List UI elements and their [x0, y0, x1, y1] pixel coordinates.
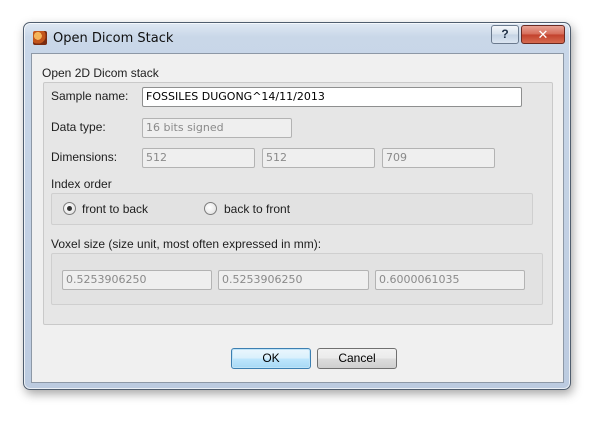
group-title: Open 2D Dicom stack [42, 66, 159, 80]
help-button[interactable]: ? [491, 25, 519, 44]
dialog-window: Open Dicom Stack ? ✕ Open 2D Dicom stack… [23, 22, 571, 390]
data-type-label: Data type: [51, 120, 106, 134]
back-to-front-label[interactable]: back to front [224, 202, 290, 216]
dimension-x-field: 512 [142, 148, 255, 168]
voxel-x-field: 0.5253906250 [62, 270, 212, 290]
index-order-group: front to back back to front [51, 193, 533, 225]
index-order-label: Index order [51, 177, 112, 191]
sample-name-label: Sample name: [51, 89, 129, 103]
voxel-size-label: Voxel size (size unit, most often expres… [51, 237, 322, 251]
dimensions-label: Dimensions: [51, 150, 118, 164]
window-title: Open Dicom Stack [53, 31, 174, 46]
data-type-field: 16 bits signed [142, 118, 292, 138]
voxel-y-field: 0.5253906250 [218, 270, 369, 290]
dimension-z-field: 709 [382, 148, 495, 168]
dialog-content: Open 2D Dicom stack Sample name: FOSSILE… [31, 53, 564, 383]
sample-name-input[interactable]: FOSSILES DUGONG^14/11/2013 [142, 87, 522, 107]
front-to-back-radio[interactable] [63, 202, 76, 215]
app-icon [33, 31, 47, 45]
front-to-back-label[interactable]: front to back [82, 202, 148, 216]
close-button[interactable]: ✕ [521, 25, 565, 44]
voxel-z-field: 0.6000061035 [375, 270, 525, 290]
dimension-y-field: 512 [262, 148, 375, 168]
voxel-size-group: 0.5253906250 0.5253906250 0.6000061035 [51, 253, 543, 305]
title-bar[interactable]: Open Dicom Stack ? ✕ [24, 23, 570, 53]
cancel-button[interactable]: Cancel [317, 348, 397, 369]
back-to-front-radio[interactable] [204, 202, 217, 215]
dicom-stack-group: Sample name: FOSSILES DUGONG^14/11/2013 … [43, 82, 553, 325]
ok-button[interactable]: OK [231, 348, 311, 369]
